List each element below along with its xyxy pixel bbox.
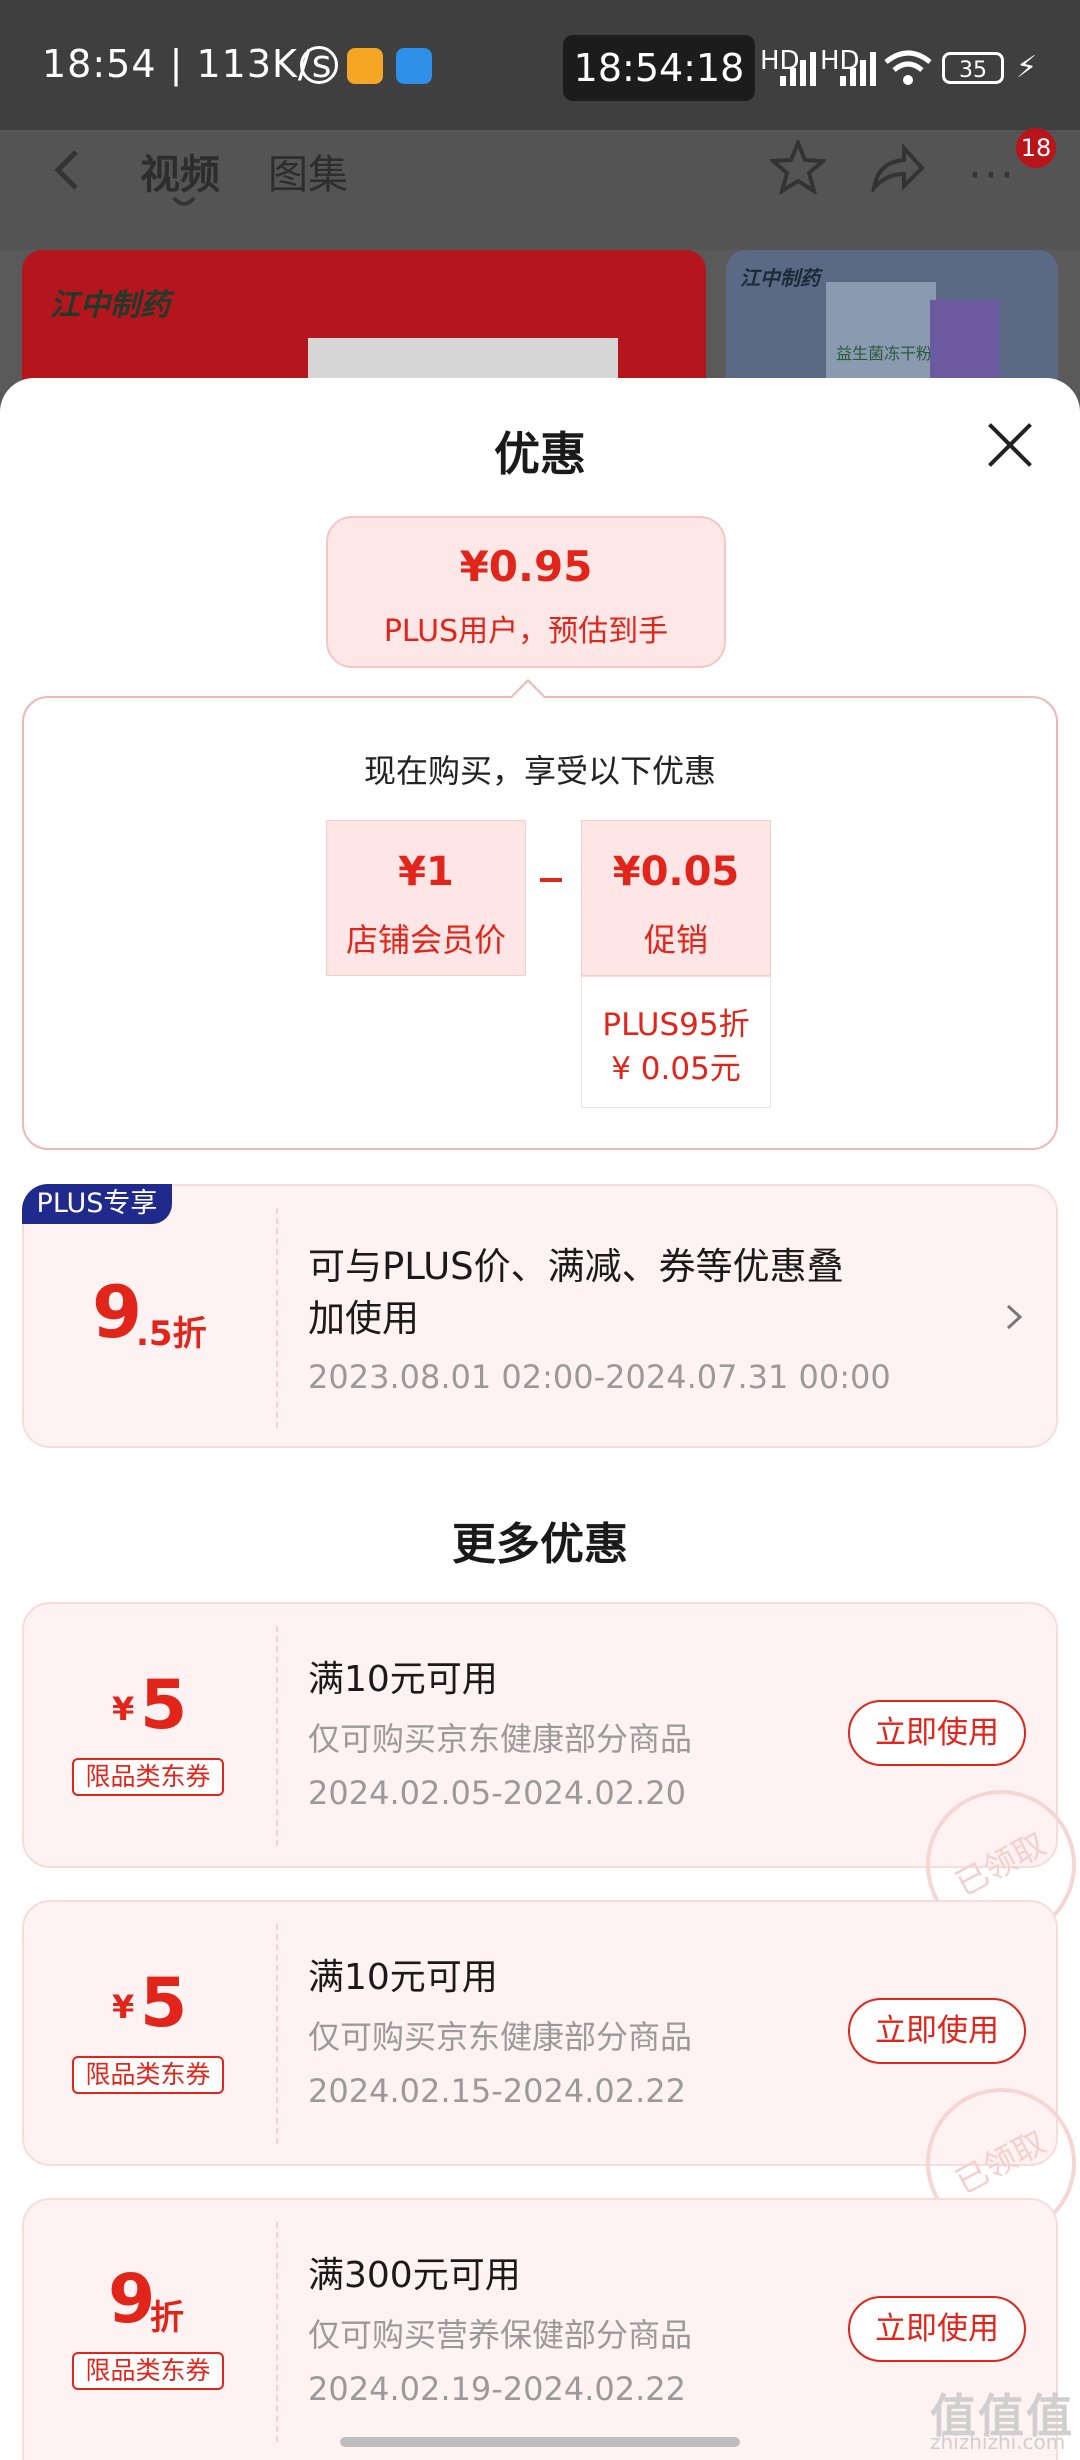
home-indicator[interactable] <box>340 2437 740 2447</box>
coupon-2-title: 满10元可用 <box>308 1957 498 1998</box>
coupon-2-tag: 限品类东券 <box>72 2056 224 2094</box>
plus-coupon-date: 2023.08.01 02:00-2024.07.31 00:00 <box>308 1358 891 1396</box>
plus-discount-small: .5折 <box>136 1314 207 1354</box>
wifi-icon <box>884 50 932 85</box>
coupon-1-tag: 限品类东券 <box>72 1758 224 1796</box>
coupon-3-title: 满300元可用 <box>308 2255 521 2296</box>
product-image-3 <box>930 300 1000 380</box>
minus-icon <box>540 878 562 882</box>
estimated-price-box: ¥0.95 PLUS用户，预估到手 <box>326 516 726 668</box>
brand-logo-2: 江中制药 <box>740 266 820 290</box>
more-icon[interactable]: ··· <box>968 150 1016 201</box>
brand-logo: 江中制药 <box>50 288 170 323</box>
share-icon[interactable] <box>870 144 926 192</box>
weather-app-icon <box>396 48 432 84</box>
chevron-right-icon[interactable] <box>1004 1302 1024 1332</box>
plus-coupon-desc-1: 可与PLUS价、满减、券等优惠叠 <box>308 1245 844 1288</box>
coupon-2-currency: ¥ <box>112 1988 135 2026</box>
coupon-divider <box>276 1208 278 1428</box>
sheet-title: 优惠 <box>494 427 586 481</box>
more-offers-title: 更多优惠 <box>452 1519 628 1570</box>
back-icon[interactable] <box>50 148 82 192</box>
charging-icon: ⚡ <box>1016 50 1038 85</box>
coupon-divider <box>276 2222 278 2442</box>
promo-detail-line2: ¥ 0.05元 <box>611 1051 741 1087</box>
coupon-3-amount: 9 <box>108 2260 156 2339</box>
promo-box: ¥0.05 促销 <box>581 820 771 976</box>
coupon-3-unit: 折 <box>150 2298 184 2338</box>
signal-icon <box>780 52 816 86</box>
coupon-1-desc: 仅可购买京东健康部分商品 <box>308 1720 693 1758</box>
product-name-2: 益生菌冻干粉 <box>836 344 933 363</box>
alarm-icon <box>300 46 338 84</box>
estimated-price: ¥0.95 <box>459 542 593 591</box>
notes-app-icon <box>347 48 383 84</box>
breakdown-title: 现在购买，享受以下优惠 <box>363 752 716 790</box>
clock-seconds: 18:54:18 <box>563 35 755 101</box>
promo-detail-line1: PLUS95折 <box>602 1007 750 1043</box>
use-now-button-3[interactable]: 立即使用 <box>848 2296 1026 2362</box>
tab-indicator-icon <box>172 196 196 206</box>
promo-label: 促销 <box>643 921 708 959</box>
member-price-value: ¥1 <box>398 849 454 895</box>
estimated-price-label: PLUS用户，预估到手 <box>383 614 669 649</box>
tab-video[interactable]: 视频 <box>140 142 220 200</box>
promo-detail-box: PLUS95折 ¥ 0.05元 <box>581 976 771 1108</box>
member-price-box: ¥1 店铺会员价 <box>326 820 526 976</box>
coupon-2-date: 2024.02.15-2024.02.22 <box>308 2072 686 2110</box>
signal2-icon <box>840 52 876 86</box>
coupon-2-amount: 5 <box>140 1964 188 2043</box>
use-now-button-1[interactable]: 立即使用 <box>848 1700 1026 1766</box>
coupon-1-title: 满10元可用 <box>308 1659 498 1700</box>
plus-discount-big: 9 <box>92 1270 143 1354</box>
coupon-1-currency: ¥ <box>112 1690 135 1728</box>
plus-exclusive-badge: PLUS专享 <box>22 1184 172 1224</box>
coupon-3-tag: 限品类东券 <box>72 2352 224 2390</box>
notification-badge: 18 <box>1016 128 1056 168</box>
coupon-1-date: 2024.02.05-2024.02.20 <box>308 1774 686 1812</box>
plus-coupon-desc-2: 加使用 <box>308 1297 419 1340</box>
product-image <box>308 338 618 380</box>
coupon-2-desc: 仅可购买京东健康部分商品 <box>308 2018 693 2056</box>
coupon-3-date: 2024.02.19-2024.02.22 <box>308 2370 686 2408</box>
coupon-3-desc: 仅可购买营养保健部分商品 <box>308 2316 693 2354</box>
status-time-speed: 18:54 | 113K/s <box>42 42 333 86</box>
battery-icon: 35 <box>942 52 1004 84</box>
use-now-button-2[interactable]: 立即使用 <box>848 1998 1026 2064</box>
close-icon[interactable] <box>985 420 1035 470</box>
promo-value: ¥0.05 <box>612 849 740 895</box>
coupon-1-amount: 5 <box>140 1666 188 1745</box>
favorite-star-icon[interactable] <box>770 140 826 194</box>
watermark-url: zhizhizhi.com <box>930 2430 1066 2454</box>
member-price-label: 店铺会员价 <box>345 921 506 959</box>
tab-gallery[interactable]: 图集 <box>268 142 348 200</box>
coupon-divider <box>276 1626 278 1846</box>
coupon-divider <box>276 1924 278 2144</box>
